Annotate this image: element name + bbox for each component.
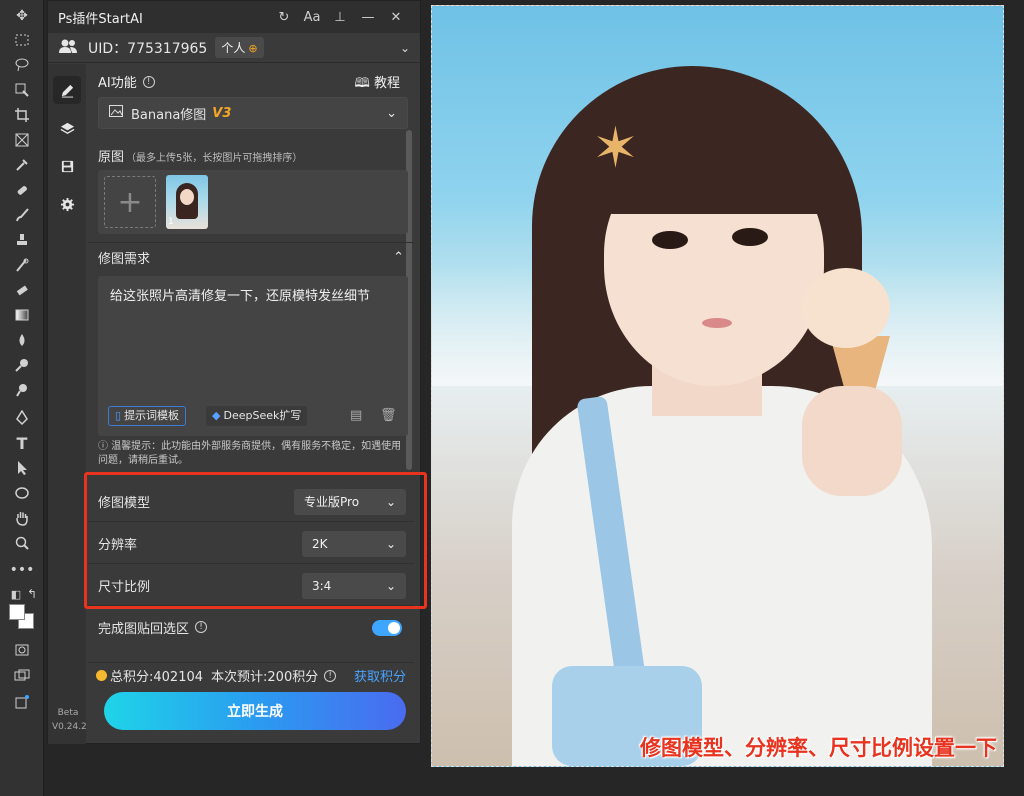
close-icon[interactable]: ✕ xyxy=(382,10,410,25)
info-icon[interactable]: ! xyxy=(142,75,155,88)
ai-function-label: AI功能 xyxy=(98,76,137,91)
gradient-tool-icon[interactable] xyxy=(10,305,34,325)
canvas-caption: 修图模型、分辨率、尺寸比例设置一下 xyxy=(640,736,997,760)
tutorial-label: 教程 xyxy=(373,76,400,91)
panel-sidenav: Beta V0.24.2 xyxy=(48,64,87,744)
screen-mode-icon[interactable] xyxy=(10,666,34,686)
history-brush-tool-icon[interactable] xyxy=(10,255,34,275)
users-icon xyxy=(58,38,88,58)
panel-title: Ps插件StartAI xyxy=(58,11,143,27)
paste-back-row: 完成图贴回选区 ! xyxy=(88,612,414,642)
credits-row: 总积分:402104 本次预计:200积分 ! 获取积分 xyxy=(88,662,414,686)
ai-function-header: AI功能 ! xyxy=(98,72,155,91)
account-bar[interactable]: UID：775317965 个人 ⊕ ⌄ xyxy=(48,33,420,63)
brush-tool-icon[interactable] xyxy=(10,205,34,225)
font-size-icon[interactable]: Aa xyxy=(298,10,326,25)
nav-edit-icon[interactable] xyxy=(53,76,81,104)
book-icon: 🕮 xyxy=(354,76,374,91)
chevron-down-icon: ⌄ xyxy=(386,105,397,121)
swap-colors-icon[interactable]: ↰ xyxy=(20,584,44,604)
stamp-tool-icon[interactable] xyxy=(10,230,34,250)
frame-tool-icon[interactable] xyxy=(10,130,34,150)
ai-model-select[interactable]: Banana修图 V3 ⌄ xyxy=(98,97,408,129)
generate-button[interactable]: 立即生成 xyxy=(104,692,406,730)
requirement-label: 修图需求 xyxy=(98,252,151,267)
prompt-template-button[interactable]: ▯ 提示词模板 xyxy=(108,406,187,426)
starfish-hairclip: ✶ xyxy=(592,116,639,181)
eraser-tool-icon[interactable] xyxy=(10,280,34,300)
highlight-box xyxy=(84,472,427,609)
more-tools-icon[interactable]: ••• xyxy=(10,560,35,580)
sponge-tool-icon[interactable] xyxy=(10,380,34,400)
object-select-tool-icon[interactable] xyxy=(10,80,34,100)
nav-layers-icon[interactable] xyxy=(53,114,81,142)
eyedropper-tool-icon[interactable] xyxy=(10,155,34,175)
type-tool-icon[interactable]: T xyxy=(10,433,34,453)
total-credits: 总积分:402104 xyxy=(110,670,204,685)
paste-back-label: 完成图贴回选区 xyxy=(98,621,190,637)
nav-save-icon[interactable] xyxy=(53,152,81,180)
template-icon: ▯ xyxy=(115,409,122,422)
get-credits-link[interactable]: 获取积分 xyxy=(354,666,406,685)
panel-titlebar: Ps插件StartAI ↻ Aa ⊥ — ✕ xyxy=(48,1,420,33)
crop-tool-icon[interactable] xyxy=(10,105,34,125)
app-root: ✥ T ••• ◧ ↰ Ps插件StartAI ↻ Aa ⊥ — ✕ UID：7… xyxy=(0,0,1024,796)
lasso-tool-icon[interactable] xyxy=(10,55,34,75)
version-label: V0.24.2 xyxy=(52,722,87,732)
chevron-down-icon[interactable]: ⌄ xyxy=(400,41,410,55)
path-select-tool-icon[interactable] xyxy=(10,458,34,478)
requirement-text: 给这张照片高清修复一下，还原模特发丝细节 xyxy=(110,289,371,304)
uploaded-thumbnail[interactable]: 1 xyxy=(166,175,208,229)
plan-coin-icon: ⊕ xyxy=(248,42,258,55)
requirement-header[interactable]: 修图需求 ⌃ xyxy=(88,242,414,272)
upload-hint: （最多上传5张，长按图片可拖拽排序） xyxy=(126,153,303,164)
coin-icon xyxy=(96,670,107,681)
hand-tool-icon[interactable] xyxy=(10,508,34,528)
chevron-up-icon: ⌃ xyxy=(393,250,404,265)
zoom-tool-icon[interactable] xyxy=(10,533,34,553)
plugin-ai-icon[interactable] xyxy=(10,692,34,712)
blur-tool-icon[interactable] xyxy=(10,330,34,350)
panel-content: AI功能 ! 🕮 教程 Banana修图 V3 ⌄ 原图 （最多上传5张，长按图片… xyxy=(88,64,414,744)
ellipse-tool-icon[interactable] xyxy=(10,483,34,503)
pen-tool-icon[interactable] xyxy=(10,408,34,428)
deepseek-expand-button[interactable]: ◆ DeepSeek扩写 xyxy=(206,406,308,426)
dodge-tool-icon[interactable] xyxy=(10,355,34,375)
model-version-badge: V3 xyxy=(212,105,232,121)
history-doc-icon[interactable]: ▤ xyxy=(350,408,362,423)
trash-icon[interactable]: 🗑 xyxy=(380,408,397,423)
refresh-icon[interactable]: ↻ xyxy=(270,10,298,25)
estimated-credits: 本次预计:200积分 xyxy=(211,670,319,685)
foreground-color-swatch[interactable] xyxy=(9,604,25,620)
quick-mask-icon[interactable] xyxy=(10,640,34,660)
info-icon[interactable]: ! xyxy=(195,621,208,633)
pin-icon[interactable]: ⊥ xyxy=(326,10,354,25)
startai-plugin-panel: Ps插件StartAI ↻ Aa ⊥ — ✕ UID：775317965 个人 ⊕… xyxy=(47,0,421,744)
plan-badge: 个人 ⊕ xyxy=(215,37,264,58)
thumbnail-index: 1 xyxy=(168,217,174,227)
notice-text: ⓘ 温馨提示：此功能由外部服务商提供，偶有服务不稳定，如遇使用问题，请稍后重试。 xyxy=(98,441,402,466)
upload-area: + 1 xyxy=(98,170,408,234)
original-image-header: 原图 （最多上传5张，长按图片可拖拽排序） xyxy=(98,146,302,165)
move-tool-icon[interactable]: ✥ xyxy=(10,6,34,26)
image-icon xyxy=(109,105,123,121)
marquee-tool-icon[interactable] xyxy=(10,30,34,50)
paste-back-toggle[interactable] xyxy=(372,620,402,636)
deepseek-icon: ◆ xyxy=(212,409,221,422)
uid-label: UID：775317965 xyxy=(88,40,208,57)
tutorial-link[interactable]: 🕮 教程 xyxy=(355,72,400,96)
document-canvas[interactable]: ✶ 修图模型、分辨率、尺寸比例设置一下 xyxy=(431,5,1004,767)
ps-toolbar: ✥ T ••• ◧ ↰ xyxy=(0,0,44,796)
original-label: 原图 xyxy=(98,150,125,165)
healing-brush-tool-icon[interactable] xyxy=(10,180,34,200)
minimize-icon[interactable]: — xyxy=(354,10,382,25)
beta-label: Beta xyxy=(57,708,79,718)
info-icon[interactable]: ! xyxy=(324,669,337,682)
nav-settings-gear-icon[interactable] xyxy=(53,190,81,218)
add-image-button[interactable]: + xyxy=(104,176,156,228)
model-name: Banana修图 xyxy=(131,107,207,123)
notice-info-icon: ⓘ xyxy=(98,441,112,452)
